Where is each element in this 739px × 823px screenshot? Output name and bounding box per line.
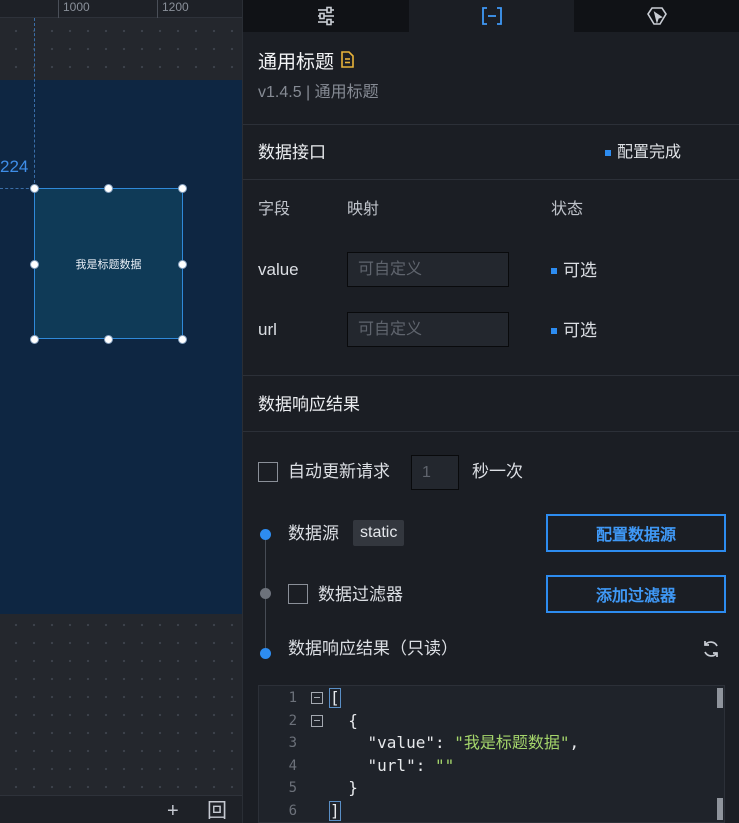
top-ruler: 1000 1200 [0,0,242,18]
code-line: "value": "我是标题数据", [329,732,580,754]
code-gutter: 1 2 3 4 5 6 [259,686,327,822]
tab-settings[interactable] [243,0,409,32]
line-number: 3 [288,735,297,751]
step-dot-icon [260,648,271,659]
auto-update-label: 自动更新请求 [288,462,390,481]
fold-toggle-icon[interactable] [311,692,323,704]
field-status-value: 可选 [551,260,597,282]
fit-screen-button[interactable]: 回 [207,800,227,822]
code-line: } [329,778,358,797]
line-number: 5 [288,780,297,796]
divider [243,179,739,180]
json-key: "url": [329,756,435,775]
selected-title-widget[interactable]: 我是标题数据 [34,188,183,339]
vertical-guide-line [34,18,35,188]
result-label: 数据响应结果（只读） [288,639,458,658]
resize-handle-right[interactable] [178,260,187,269]
scrollbar-marker[interactable] [717,688,723,708]
line-number: 2 [288,713,297,729]
code-line: "url": "" [329,755,455,777]
mapping-input-value[interactable] [347,252,509,287]
config-panel: 通用标题 v1.4.5 | 通用标题 数据接口 配置完成 字段 映射 状态 va… [242,0,739,823]
panel-tabs [243,0,739,32]
field-status-text: 可选 [563,321,597,340]
fold-toggle-icon[interactable] [311,715,323,727]
column-header-status: 状态 [551,201,584,218]
ruler-tick [157,0,158,18]
app-root: 1000 1200 224 我是标题数据 + 回 通用标题 v1.4.5 | 通… [0,0,739,823]
resize-handle-bottom[interactable] [104,335,113,344]
matched-bracket: ] [329,801,341,821]
divider [243,124,739,125]
resize-handle-bottom-left[interactable] [30,335,39,344]
divider [243,375,739,376]
data-bracket-icon [480,5,504,27]
field-status-url: 可选 [551,320,597,342]
zoom-in-button[interactable]: + [167,800,179,822]
auto-update-checkbox[interactable] [258,462,278,482]
widget-text: 我是标题数据 [75,259,142,271]
status-dot-icon [551,268,557,274]
add-filter-button[interactable]: 添加过滤器 [546,575,726,613]
filter-label: 数据过滤器 [318,585,403,604]
status-dot-icon [605,150,611,156]
ruler-tick [58,0,59,18]
resize-handle-top-right[interactable] [178,184,187,193]
mapping-input-url[interactable] [347,312,509,347]
ruler-label-1200: 1200 [162,0,189,14]
coordinate-label: 224 [0,157,29,176]
code-line: ] [329,800,341,822]
canvas-screen [0,80,242,614]
step-dot-icon [260,588,271,599]
resize-handle-top-left[interactable] [30,184,39,193]
resize-handle-left[interactable] [30,260,39,269]
matched-bracket: [ [329,688,341,708]
divider [243,431,739,432]
interval-suffix: 秒一次 [472,462,523,481]
tab-data[interactable] [408,0,575,32]
canvas-footer: + 回 [0,795,242,823]
component-version: v1.4.5 | 通用标题 [258,84,379,101]
status-dot-icon [551,328,557,334]
horizontal-guide-line [0,188,34,189]
tab-interaction[interactable] [574,0,739,32]
json-string: "" [434,756,455,775]
field-status-text: 可选 [563,261,597,280]
ruler-label-1000: 1000 [63,0,90,14]
data-interface-title: 数据接口 [258,143,326,162]
step-dot-icon [260,529,271,540]
sliders-icon [315,5,337,27]
json-key: "value": [329,733,455,752]
interval-input[interactable] [411,455,459,490]
resize-handle-bottom-right[interactable] [178,335,187,344]
code-line: { [329,711,358,730]
column-header-mapping: 映射 [347,201,380,218]
json-string: "我是标题数据" [454,733,570,752]
document-icon[interactable] [340,50,355,76]
line-number: 1 [288,690,297,706]
configure-datasource-button[interactable]: 配置数据源 [546,514,726,552]
resize-handle-top[interactable] [104,184,113,193]
field-name-url: url [258,320,277,339]
filter-checkbox[interactable] [288,584,308,604]
component-title-row: 通用标题 [258,50,379,76]
datasource-label: 数据源 [288,524,339,543]
refresh-icon[interactable] [701,639,721,664]
line-number: 6 [288,803,297,819]
json-punct: , [569,733,580,752]
config-status-text: 配置完成 [617,144,682,161]
column-header-field: 字段 [258,201,291,218]
component-header: 通用标题 v1.4.5 | 通用标题 [258,50,379,104]
field-name-value: value [258,260,299,279]
config-status: 配置完成 [605,142,681,164]
code-line: [ [329,687,341,709]
interaction-icon [646,5,668,27]
scrollbar-marker[interactable] [717,798,723,820]
editor-canvas[interactable]: 1000 1200 224 我是标题数据 + 回 [0,0,242,823]
component-title: 通用标题 [258,52,335,73]
response-code-editor[interactable]: 1 2 3 4 5 6 [ { "value": "我是标题数据", "url"… [258,685,725,823]
datasource-type-tag: static [353,520,405,546]
response-section-title: 数据响应结果 [258,395,360,414]
line-number: 4 [288,758,297,774]
